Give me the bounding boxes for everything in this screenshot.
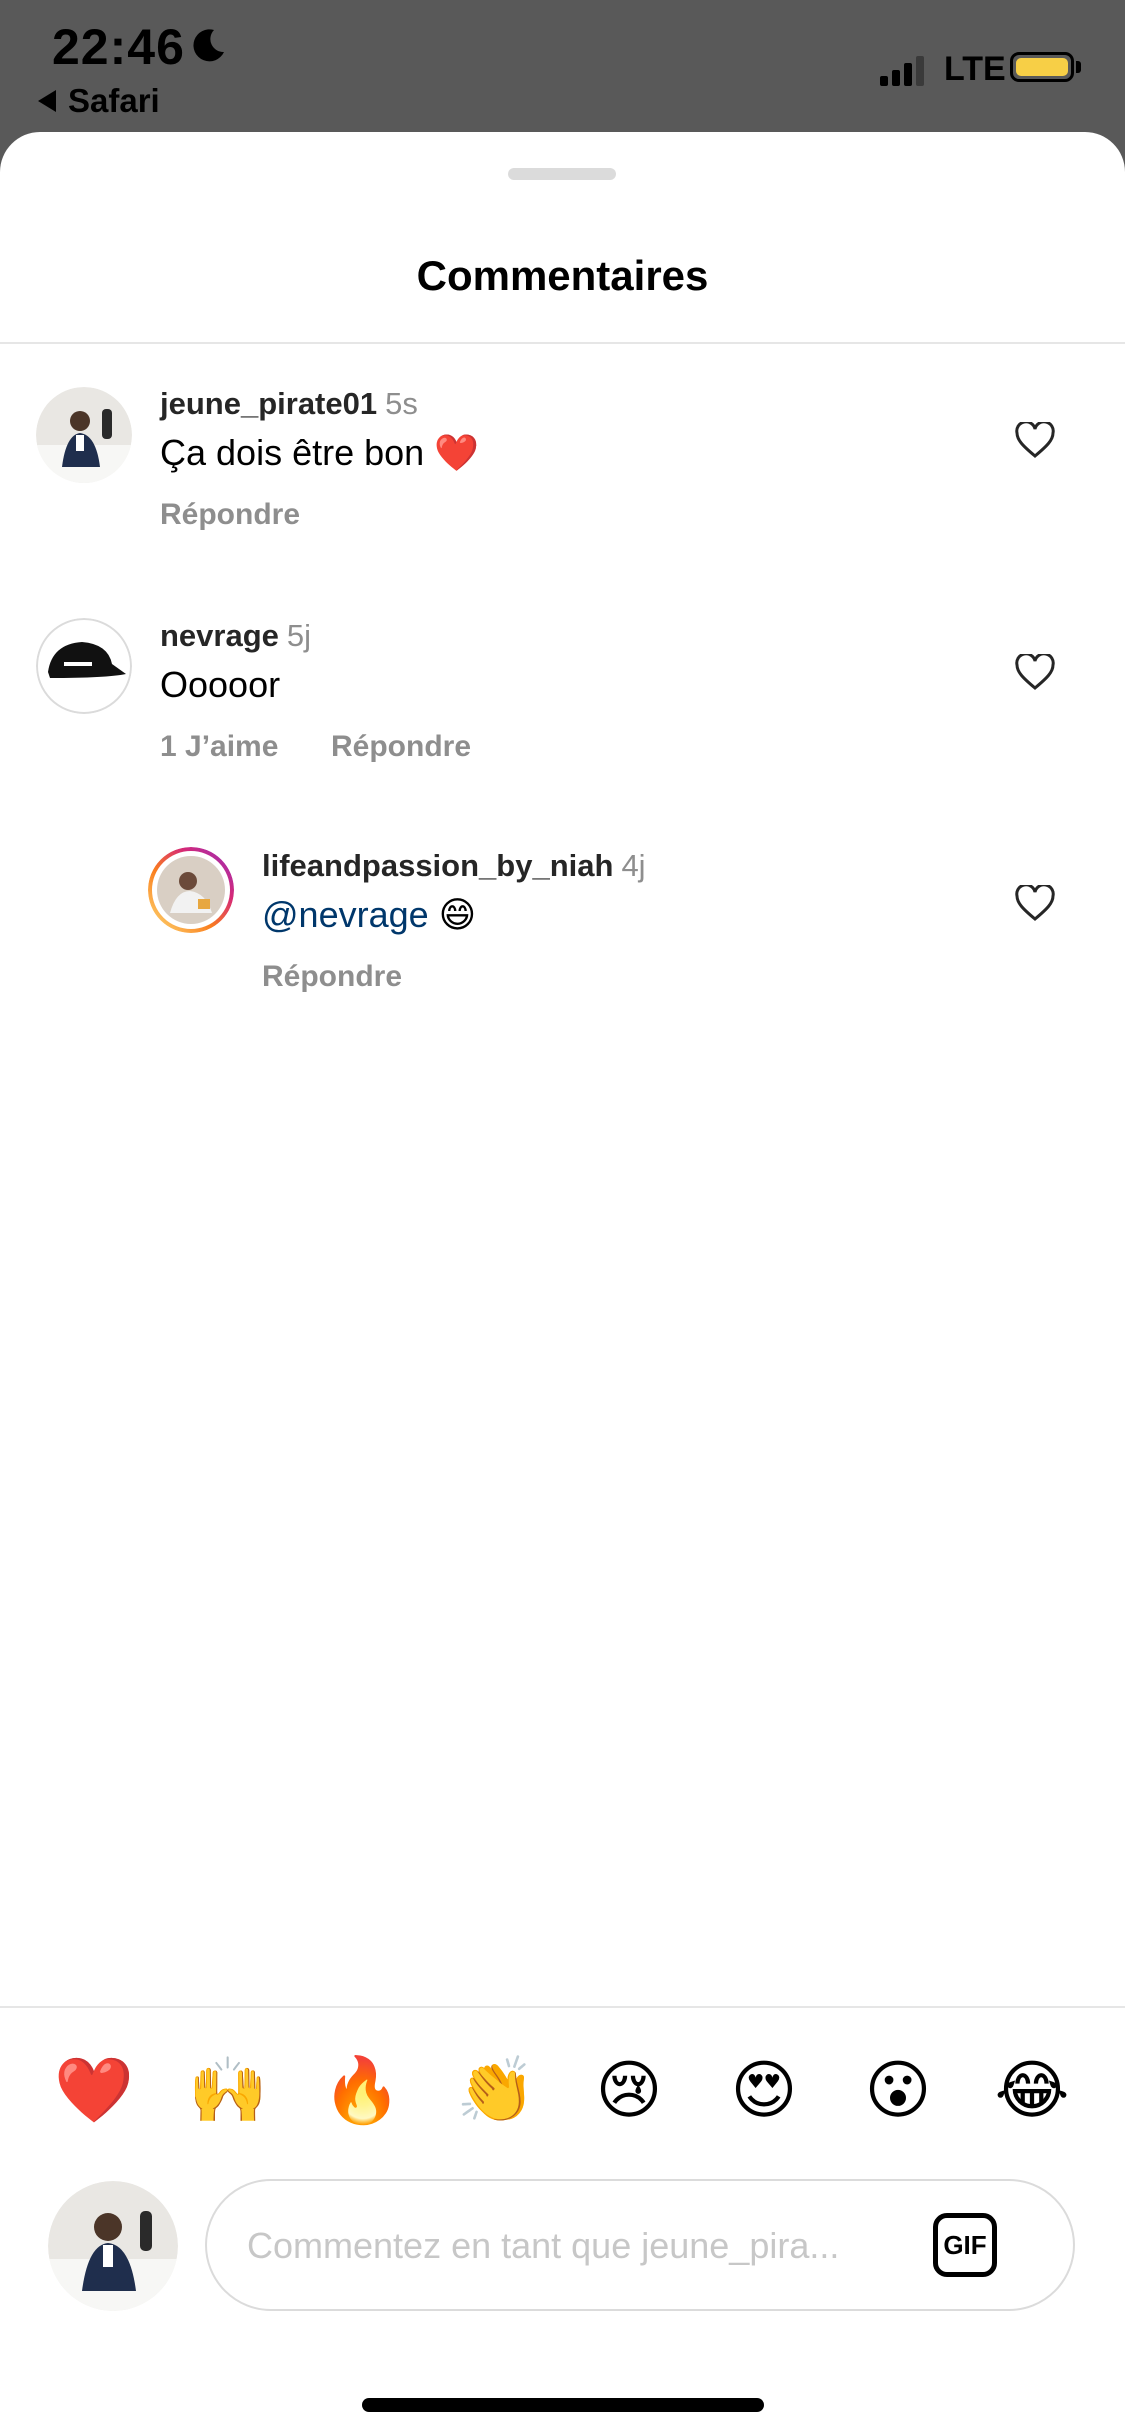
comment-input[interactable]: Commentez en tant que jeune_pira... GIF [205, 2179, 1075, 2311]
status-time: 22:46 [52, 19, 185, 75]
emoji-cry-button[interactable]: 😢 [591, 2052, 667, 2128]
emoji-laugh-button[interactable]: 😂 [994, 2052, 1070, 2128]
username-text[interactable]: nevrage [160, 618, 279, 653]
comment-time: 5s [385, 386, 418, 421]
back-app-label: Safari [68, 82, 160, 119]
battery-nub [1076, 61, 1081, 73]
sheet-title: Commentaires [416, 252, 709, 299]
comment-username[interactable]: lifeandpassion_by_niah 4j [262, 848, 646, 884]
heart-icon[interactable] [1015, 654, 1055, 690]
emoji-heart-button[interactable]: ❤️ [54, 2052, 134, 2128]
avatar[interactable] [36, 387, 132, 483]
avatar-story-ring[interactable] [148, 847, 234, 933]
heart-icon[interactable] [1015, 422, 1055, 458]
screen: 22:46 Safari LTE Commentaires jeune_pira… [0, 0, 1125, 2436]
status-bar: 22:46 Safari LTE [0, 0, 1125, 132]
likes-count[interactable]: 1 J’aime [160, 730, 278, 764]
username-text[interactable]: jeune_pirate01 [160, 386, 377, 421]
comment-body: Ça dois être bon [160, 432, 425, 473]
avatar [48, 2181, 178, 2311]
composer-divider [0, 2006, 1125, 2008]
emoji-clap-button[interactable]: 👏 [456, 2052, 536, 2128]
header-divider [0, 342, 1125, 344]
avatar[interactable] [36, 618, 132, 714]
back-arrow-icon [38, 90, 56, 112]
home-indicator[interactable] [362, 2398, 764, 2412]
emoji-raised-hands-button[interactable]: 🙌 [188, 2052, 268, 2128]
back-to-safari-button[interactable]: Safari [38, 82, 160, 120]
comment-text: Ooooor [160, 664, 281, 705]
sheet-grabber[interactable] [508, 168, 616, 180]
moon-icon [193, 29, 224, 62]
comment-time: 5j [286, 618, 312, 653]
comment-time: 4j [621, 848, 646, 883]
comment-username[interactable]: jeune_pirate01 5s [160, 386, 418, 422]
battery-icon [1010, 52, 1074, 82]
emoji-surprised-button[interactable]: 😮 [860, 2052, 936, 2128]
grin-emoji: 😄 [438, 894, 477, 935]
gif-button[interactable]: GIF [933, 2213, 997, 2277]
emoji-fire-button[interactable]: 🔥 [322, 2052, 402, 2128]
heart-emoji: ❤️ [434, 432, 480, 473]
reply-button[interactable]: Répondre [331, 730, 471, 764]
comment-text: Ça dois être bon ❤️ [160, 432, 479, 474]
reply-button[interactable]: Répondre [262, 960, 402, 994]
reply-button[interactable]: Répondre [160, 498, 300, 532]
comment-text: @nevrage 😄 [262, 894, 476, 936]
mention-link[interactable]: @nevrage [262, 894, 429, 935]
emoji-quick-bar: ❤️ 🙌 🔥 👏 😢 😍 😮 😂 [0, 2052, 1125, 2128]
emoji-heart-eyes-button[interactable]: 😍 [726, 2052, 802, 2128]
battery-level [1016, 58, 1068, 76]
comment-username[interactable]: nevrage 5j [160, 618, 311, 654]
comment-placeholder: Commentez en tant que jeune_pira... [247, 2225, 840, 2266]
network-label: LTE [944, 50, 1006, 88]
username-text[interactable]: lifeandpassion_by_niah [262, 848, 613, 883]
signal-icon [880, 56, 924, 86]
heart-icon[interactable] [1015, 885, 1055, 921]
